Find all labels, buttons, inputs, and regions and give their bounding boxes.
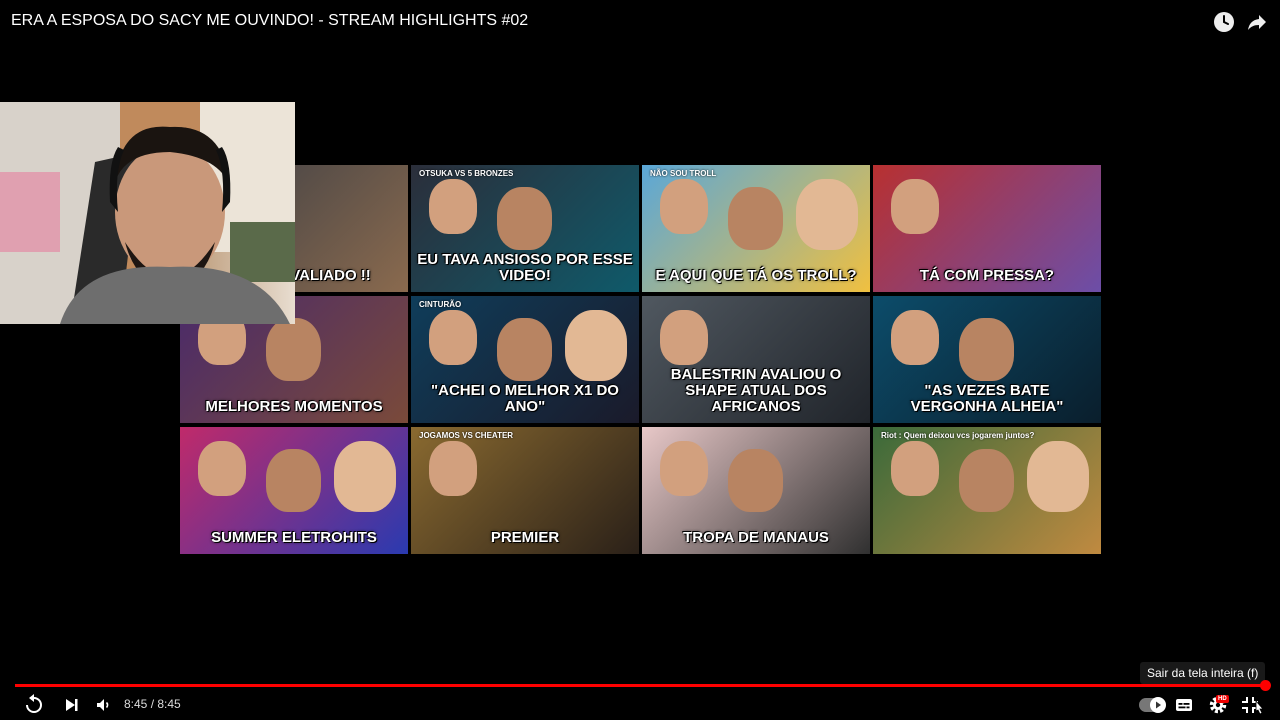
mouse-cursor-icon xyxy=(1253,699,1265,716)
thumbnail-face xyxy=(728,449,783,513)
thumbnail-caption: EU TAVA ANSIOSO POR ESSE VIDEO! xyxy=(417,251,633,284)
end-screen-video-thumbnail[interactable]: TROPA DE MANAUS xyxy=(642,427,870,554)
thumbnail-caption: "AS VEZES BATE VERGONHA ALHEIA" xyxy=(910,382,1064,415)
thumbnail-caption: PREMIER xyxy=(490,529,560,546)
thumbnail-face xyxy=(796,179,858,251)
thumbnail-face xyxy=(660,441,708,497)
end-screen-video-thumbnail[interactable]: OTSUKA VS 5 BRONZES EU TAVA ANSIOSO POR E… xyxy=(411,165,639,292)
progress-bar[interactable] xyxy=(15,684,1266,687)
volume-icon[interactable] xyxy=(92,693,116,717)
thumbnail-caption: "ACHEI O MELHOR X1 DO ANO" xyxy=(431,382,619,415)
end-screen-video-thumbnail[interactable]: CINTURÃO "ACHEI O MELHOR X1 DO ANO" xyxy=(411,296,639,423)
autoplay-toggle[interactable] xyxy=(1139,697,1166,713)
subtitles-icon[interactable] xyxy=(1172,693,1196,717)
thumbnail-face xyxy=(198,441,246,497)
thumbnail-face xyxy=(334,441,396,513)
time-total: 8:45 xyxy=(157,697,181,711)
thumbnail-face xyxy=(1027,441,1089,513)
thumbnail-face xyxy=(959,318,1014,382)
time-display: 8:45 / 8:45 xyxy=(124,697,181,711)
thumbnail-face xyxy=(266,318,321,382)
video-title[interactable]: ERA A ESPOSA DO SACY ME OUVINDO! - STREA… xyxy=(11,12,528,30)
title-bar: ERA A ESPOSA DO SACY ME OUVINDO! - STREA… xyxy=(0,0,1280,44)
share-icon[interactable] xyxy=(1245,10,1269,34)
thumbnail-face xyxy=(266,449,321,513)
hd-badge: HD xyxy=(1216,695,1229,703)
end-screen-grid: U NO PROJETOVAN FOI AVALIADO !!OTSUKA VS… xyxy=(180,165,1102,554)
end-screen-video-thumbnail[interactable]: Riot : Quem deixou vcs jogarem juntos? xyxy=(873,427,1101,554)
thumbnail-face xyxy=(429,441,477,497)
watch-later-icon[interactable] xyxy=(1212,10,1236,34)
player-controls: 8:45 / 8:45 HD xyxy=(0,690,1280,720)
next-icon[interactable] xyxy=(60,693,84,717)
thumbnail-face xyxy=(660,310,708,366)
webcam-overlay xyxy=(0,102,295,324)
replay-icon[interactable] xyxy=(22,693,46,717)
thumbnail-face xyxy=(891,441,939,497)
exit-fullscreen-tooltip: Sair da tela inteira (f) xyxy=(1140,662,1266,684)
thumbnail-face xyxy=(565,310,627,382)
end-screen-video-thumbnail[interactable]: BALESTRIN AVALIOU O SHAPE ATUAL DOS AFRI… xyxy=(642,296,870,423)
thumbnail-caption: BALESTRIN AVALIOU O SHAPE ATUAL DOS AFRI… xyxy=(670,366,842,415)
thumbnail-face xyxy=(660,179,708,235)
thumbnail-badge: JOGAMOS VS CHEATER xyxy=(419,431,514,440)
thumbnail-face xyxy=(891,179,939,235)
thumbnail-caption: E AQUI QUE TÁ OS TROLL? xyxy=(655,267,857,284)
thumbnail-face xyxy=(891,310,939,366)
thumbnail-face xyxy=(429,179,477,235)
end-screen-video-thumbnail[interactable]: "AS VEZES BATE VERGONHA ALHEIA" xyxy=(873,296,1101,423)
thumbnail-caption: summer eletrohits xyxy=(211,529,377,546)
thumbnail-face xyxy=(728,187,783,251)
autoplay-toggle-knob xyxy=(1150,697,1166,713)
thumbnail-face xyxy=(497,318,552,382)
time-current: 8:45 xyxy=(124,697,148,711)
thumbnail-badge: NÃO SOU TROLL xyxy=(650,169,717,178)
thumbnail-face xyxy=(497,187,552,251)
end-screen-video-thumbnail[interactable]: NÃO SOU TROLL E AQUI QUE TÁ OS TROLL? xyxy=(642,165,870,292)
thumbnail-badge: CINTURÃO xyxy=(419,300,462,309)
thumbnail-caption: TROPA DE MANAUS xyxy=(683,529,829,546)
thumbnail-face xyxy=(429,310,477,366)
thumbnail-caption: TÁ COM PRESSA? xyxy=(919,267,1055,284)
thumbnail-badge: OTSUKA VS 5 BRONZES xyxy=(419,169,514,178)
thumbnail-caption: MELHORES MOMENTOS xyxy=(205,398,383,415)
thumbnail-face xyxy=(959,449,1014,513)
end-screen-video-thumbnail[interactable]: summer eletrohits xyxy=(180,427,408,554)
thumbnail-badge: Riot : Quem deixou vcs jogarem juntos? xyxy=(881,431,1035,440)
end-screen-video-thumbnail[interactable]: JOGAMOS VS CHEATER PREMIER xyxy=(411,427,639,554)
end-screen-video-thumbnail[interactable]: TÁ COM PRESSA? xyxy=(873,165,1101,292)
